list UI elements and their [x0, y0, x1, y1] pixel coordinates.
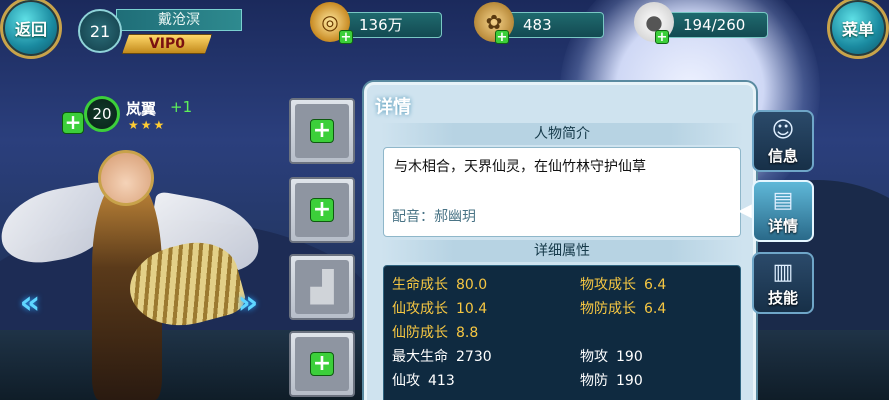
hero-level: 20: [84, 96, 120, 132]
attr-value: 10.4: [456, 301, 488, 317]
player-name: 戴沧溟: [116, 9, 242, 31]
equip-slot-inner: +: [295, 337, 349, 391]
add-equip-icon: +: [310, 352, 334, 376]
profile-header: 人物简介: [381, 123, 743, 145]
tab-info[interactable]: ☺ 信息: [752, 110, 814, 172]
add-coin-button[interactable]: +: [339, 30, 353, 44]
attributes-header: 详细属性: [381, 240, 743, 262]
hero-description: 与木相合，天界仙灵，在仙竹林守护仙草: [394, 159, 646, 175]
attr-value: 6.4: [644, 301, 667, 317]
stat-value: 413: [428, 373, 455, 389]
attr-key: 物攻成长: [580, 277, 636, 293]
attributes-box: 生命成长 80.0 物攻成长 6.4 仙攻成长 10.4 物防成长 6.4 仙防成长 8.…: [383, 265, 741, 400]
attr-pdef-growth: 物防成长 6.4: [580, 298, 666, 318]
stat-key: 物防: [580, 373, 608, 389]
add-equip-icon: +: [310, 119, 334, 143]
player-info[interactable]: 戴沧溟 VIP0 21: [78, 5, 242, 55]
stat-value: 190: [616, 349, 643, 365]
attr-mdef-growth: 仙防成长 8.8: [392, 322, 478, 342]
coin-value: 136万: [359, 16, 403, 34]
attr-value: 8.8: [456, 325, 479, 341]
hero-header: + 20 岚翼 +1 ★★★: [62, 96, 262, 138]
prev-hero-arrow-icon[interactable]: «: [10, 280, 50, 324]
stat-patk: 物攻 190: [580, 346, 643, 366]
menu-button[interactable]: 菜单: [827, 0, 889, 59]
attr-key: 生命成长: [392, 277, 448, 293]
add-stamina-button[interactable]: +: [655, 30, 669, 44]
attr-value: 80.0: [456, 277, 488, 293]
top-bar: 返回 戴沧溟 VIP0 21 136万 ◎ + 483 ✿ + 194/260 …: [0, 0, 889, 60]
add-ingot-button[interactable]: +: [495, 30, 509, 44]
stat-pdef: 物防 190: [580, 370, 643, 390]
stamina-value: 194/260: [683, 16, 746, 34]
hero-head: [98, 150, 154, 206]
panel-title: 详情: [375, 97, 411, 118]
attr-key: 仙攻成长: [392, 301, 448, 317]
player-level: 21: [78, 9, 122, 53]
profile-box: 与木相合，天界仙灵，在仙竹林守护仙草 配音：郝幽玥: [383, 147, 741, 237]
stat-key: 物攻: [580, 349, 608, 365]
menu-button-label: 菜单: [841, 20, 874, 39]
equip-slot-inner: ▟: [295, 260, 349, 314]
book-icon: ▥: [772, 260, 794, 285]
scroll-icon: ▤: [772, 188, 794, 213]
equip-slot-inner: ⛨ +: [295, 183, 349, 237]
boots-icon: ▟: [310, 269, 334, 305]
back-button[interactable]: 返回: [0, 0, 62, 59]
equip-slot-boots[interactable]: ▟: [289, 254, 355, 320]
attr-key: 物防成长: [580, 301, 636, 317]
stat-key: 仙攻: [392, 373, 420, 389]
equip-slot-weapon[interactable]: ⚔ +: [289, 98, 355, 164]
tab-detail[interactable]: ▤ 详情: [752, 180, 814, 242]
tab-detail-label: 详情: [767, 217, 798, 235]
attr-matk-growth: 仙攻成长 10.4: [392, 298, 487, 318]
stat-max-hp: 最大生命 2730: [392, 346, 492, 366]
attr-value: 6.4: [644, 277, 667, 293]
stat-value: 2730: [456, 349, 492, 365]
back-button-label: 返回: [14, 20, 47, 39]
equip-slot-armor[interactable]: ⛨ +: [289, 177, 355, 243]
attr-patk-growth: 物攻成长 6.4: [580, 274, 666, 294]
tab-skill-label: 技能: [767, 289, 798, 307]
equip-slot-inner: ⚔ +: [295, 104, 349, 158]
tab-info-label: 信息: [767, 147, 798, 165]
hero-name: 岚翼: [126, 100, 157, 118]
vip-badge[interactable]: VIP0: [122, 34, 212, 54]
voice-actor: 配音：郝幽玥: [392, 209, 476, 225]
add-equip-icon: +: [310, 198, 334, 222]
attr-key: 仙防成长: [392, 325, 448, 341]
person-icon: ☺: [771, 118, 795, 143]
detail-panel: 详情 人物简介 与木相合，天界仙灵，在仙竹林守护仙草 配音：郝幽玥 详细属性 生…: [364, 82, 756, 400]
tab-skill[interactable]: ▥ 技能: [752, 252, 814, 314]
hero-stars: ★★★: [128, 118, 167, 132]
stat-key: 最大生命: [392, 349, 448, 365]
next-hero-arrow-icon[interactable]: »: [228, 280, 268, 324]
ingot-value: 483: [523, 16, 552, 34]
active-tab-arrow-icon: ◀: [738, 200, 752, 221]
stat-value: 190: [616, 373, 643, 389]
hero-refine-level: +1: [170, 98, 193, 116]
stat-matk: 仙攻 413: [392, 370, 455, 390]
attr-hp-growth: 生命成长 80.0: [392, 274, 487, 294]
hero-portrait[interactable]: [0, 140, 266, 400]
hero-upgrade-button[interactable]: +: [62, 112, 84, 134]
equip-slot-accessory[interactable]: +: [289, 331, 355, 397]
